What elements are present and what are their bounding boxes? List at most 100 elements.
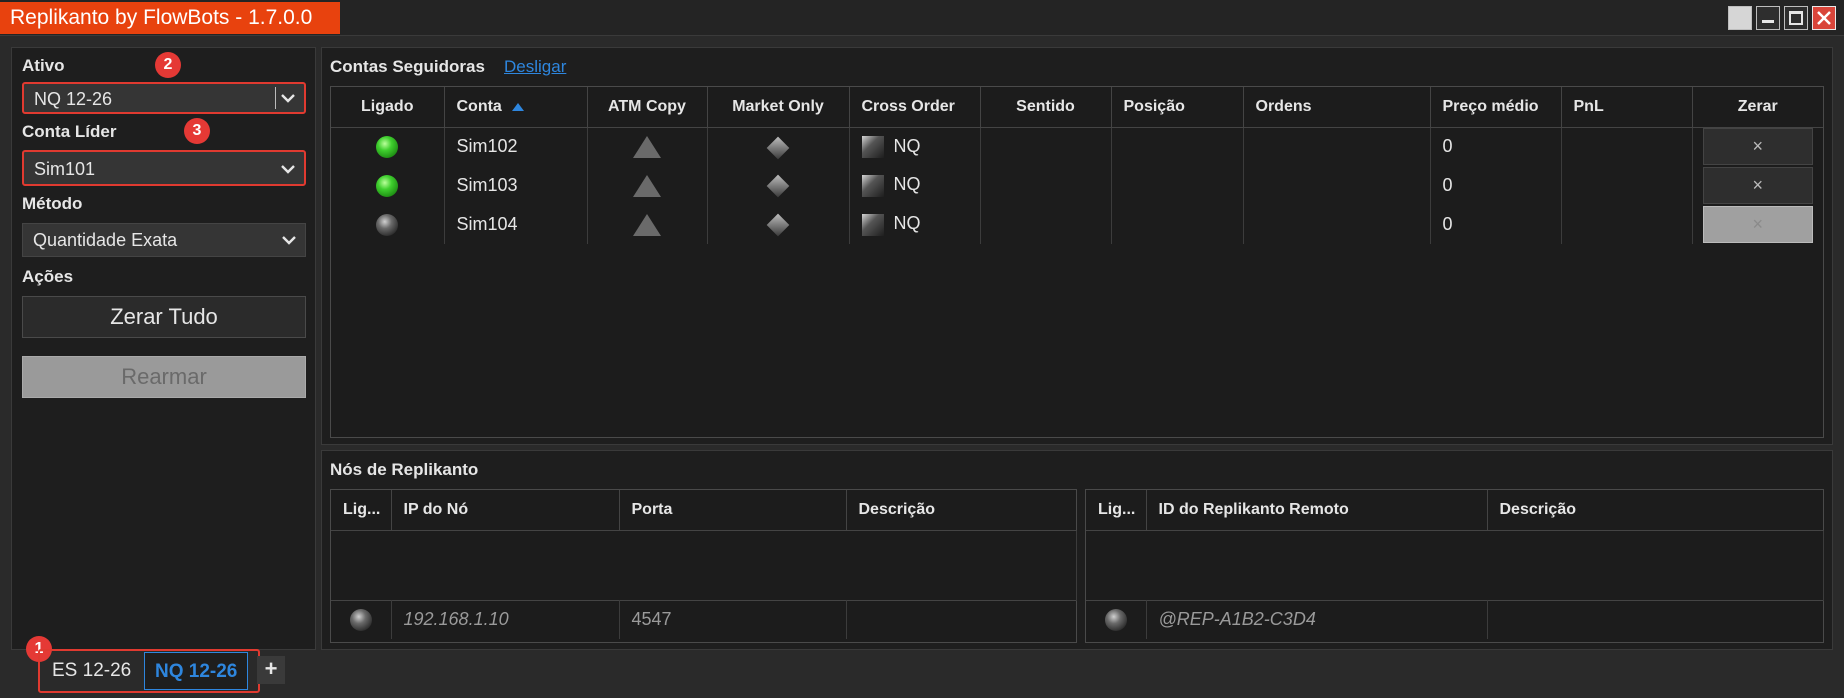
col-cross-order[interactable]: Cross Order xyxy=(849,87,981,128)
method-label: Método xyxy=(22,194,83,213)
rearm-button[interactable]: Rearmar xyxy=(22,356,306,398)
cross-order-cell[interactable]: NQ xyxy=(849,127,981,166)
market-only-cell[interactable] xyxy=(707,127,850,166)
table-row[interactable]: Sim104 NQ 0 × xyxy=(331,205,1823,244)
add-tab-button[interactable]: + xyxy=(257,656,285,684)
settings-panel: Ativo NQ 12-26 Conta Líder Sim101 Método… xyxy=(11,47,316,650)
nodes-right-grid: Lig... ID do Replikanto Remoto Descrição… xyxy=(1085,489,1824,643)
nodes-left-grid: Lig... IP do Nó Porta Descrição 192.168.… xyxy=(330,489,1077,643)
remote-desc-cell[interactable] xyxy=(1487,600,1823,639)
reset-all-button[interactable]: Zerar Tudo xyxy=(22,296,306,338)
maximize-icon xyxy=(1789,11,1803,25)
table-row[interactable]: Sim103 NQ 0 × xyxy=(331,166,1823,205)
minimize-button[interactable] xyxy=(1756,6,1780,30)
atm-copy-triangle-icon xyxy=(633,213,661,236)
remote-id-cell[interactable]: @REP-A1B2-C3D4 xyxy=(1146,600,1488,639)
pnl-cell xyxy=(1561,166,1693,205)
chevron-down-icon xyxy=(281,94,295,103)
node-input-row[interactable]: 192.168.1.10 4547 xyxy=(331,600,1076,639)
node-ip-cell[interactable]: 192.168.1.10 xyxy=(391,600,620,639)
sentido-cell xyxy=(980,205,1112,244)
empty-row xyxy=(1086,530,1824,600)
col-ordens[interactable]: Ordens xyxy=(1243,87,1431,128)
followers-panel: Contas Seguidoras Desligar Ligado Conta … xyxy=(321,47,1833,445)
col-descricao[interactable]: Descrição xyxy=(846,490,1076,531)
market-only-cell[interactable] xyxy=(707,166,850,205)
account-cell: Sim102 xyxy=(444,127,588,166)
asset-select[interactable]: NQ 12-26 xyxy=(22,82,306,114)
close-button[interactable] xyxy=(1812,6,1836,30)
annotation-marker-2: 2 xyxy=(155,52,181,78)
atm-copy-cell[interactable] xyxy=(587,166,708,205)
preco-cell: 0 xyxy=(1430,166,1562,205)
nodes-left-table: Lig... IP do Nó Porta Descrição 192.168.… xyxy=(331,490,1077,639)
actions-label: Ações xyxy=(22,267,74,286)
window-blank-button[interactable] xyxy=(1728,6,1752,30)
disconnect-link[interactable]: Desligar xyxy=(504,57,566,77)
leader-label: Conta Líder xyxy=(22,122,117,141)
cross-order-square-icon xyxy=(861,174,884,197)
flatten-button[interactable]: × xyxy=(1702,128,1813,166)
node-status-cell[interactable] xyxy=(331,600,392,639)
col-posicao[interactable]: Posição xyxy=(1111,87,1244,128)
remote-input-row[interactable]: @REP-A1B2-C3D4 xyxy=(1086,600,1823,639)
status-cell[interactable] xyxy=(331,127,445,166)
cross-order-value: NQ xyxy=(893,135,921,156)
atm-copy-cell[interactable] xyxy=(587,127,708,166)
col-zerar[interactable]: Zerar xyxy=(1692,87,1823,128)
tab-es-12-26[interactable]: ES 12-26 xyxy=(42,652,141,690)
col-market-only[interactable]: Market Only xyxy=(707,87,850,128)
pnl-cell xyxy=(1561,205,1693,244)
sort-ascending-icon xyxy=(512,102,525,111)
col-porta[interactable]: Porta xyxy=(619,490,847,531)
atm-copy-cell[interactable] xyxy=(587,205,708,244)
cross-order-square-icon xyxy=(861,213,884,236)
posicao-cell xyxy=(1111,166,1244,205)
col-sentido[interactable]: Sentido xyxy=(980,87,1112,128)
flatten-button[interactable]: × xyxy=(1702,167,1813,204)
leader-account-select[interactable]: Sim101 xyxy=(22,150,306,186)
cross-order-value: NQ xyxy=(893,213,921,234)
method-select[interactable]: Quantidade Exata xyxy=(22,223,306,257)
cross-order-square-icon xyxy=(861,135,884,158)
market-only-cell[interactable] xyxy=(707,205,850,244)
table-row[interactable]: Sim102 NQ 0 × xyxy=(331,127,1823,166)
empty-row xyxy=(331,530,1077,600)
ordens-cell xyxy=(1243,205,1431,244)
col-ip[interactable]: IP do Nó xyxy=(391,490,620,531)
status-on-icon xyxy=(376,135,399,158)
col-lig[interactable]: Lig... xyxy=(331,490,392,531)
node-port-cell[interactable]: 4547 xyxy=(619,600,847,639)
node-desc-cell[interactable] xyxy=(846,600,1076,639)
col-conta[interactable]: Conta xyxy=(444,87,588,128)
col-ligado[interactable]: Ligado xyxy=(331,87,445,128)
col-atm-copy[interactable]: ATM Copy xyxy=(587,87,708,128)
preco-cell: 0 xyxy=(1430,127,1562,166)
nodes-left-header-row: Lig... IP do Nó Porta Descrição xyxy=(331,490,1076,531)
select-separator xyxy=(275,87,276,109)
account-cell: Sim104 xyxy=(444,205,588,244)
col-lig[interactable]: Lig... xyxy=(1086,490,1147,531)
sentido-cell xyxy=(980,166,1112,205)
status-cell[interactable] xyxy=(331,205,445,244)
maximize-button[interactable] xyxy=(1784,6,1808,30)
col-remote-id[interactable]: ID do Replikanto Remoto xyxy=(1146,490,1488,531)
ordens-cell xyxy=(1243,127,1431,166)
cross-order-cell[interactable]: NQ xyxy=(849,166,981,205)
col-pnl[interactable]: PnL xyxy=(1561,87,1693,128)
nodes-title: Nós de Replikanto xyxy=(330,460,479,479)
followers-header-row: Ligado Conta ATM Copy Market Only Cross … xyxy=(331,87,1823,128)
followers-table: Ligado Conta ATM Copy Market Only Cross … xyxy=(331,87,1823,244)
col-preco-medio[interactable]: Preço médio xyxy=(1430,87,1562,128)
nodes-right-header-row: Lig... ID do Replikanto Remoto Descrição xyxy=(1086,490,1823,531)
flatten-button[interactable]: × xyxy=(1702,206,1813,243)
sentido-cell xyxy=(980,127,1112,166)
cross-order-cell[interactable]: NQ xyxy=(849,205,981,244)
status-cell[interactable] xyxy=(331,166,445,205)
tab-nq-12-26[interactable]: NQ 12-26 xyxy=(144,652,249,690)
chevron-down-icon xyxy=(282,236,296,245)
status-off-icon xyxy=(1104,608,1127,631)
col-descricao[interactable]: Descrição xyxy=(1487,490,1823,531)
atm-copy-triangle-icon xyxy=(633,135,661,158)
remote-status-cell[interactable] xyxy=(1086,600,1147,639)
